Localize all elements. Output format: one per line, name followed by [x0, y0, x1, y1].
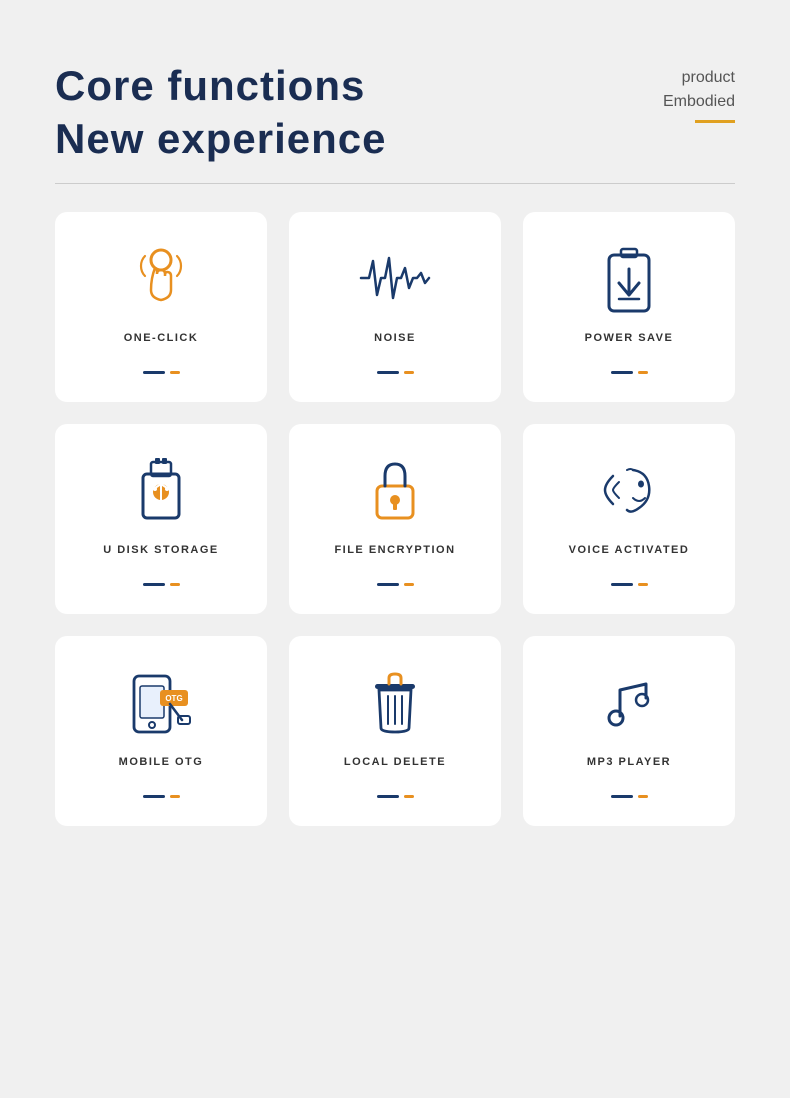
card-local-delete: LOCAL DELETE: [289, 636, 501, 826]
noise-label: NOISE: [374, 332, 416, 344]
power-save-dash: [611, 371, 648, 374]
file-encryption-icon: [359, 454, 431, 526]
local-delete-dash: [377, 795, 414, 798]
power-save-label: POWER SAVE: [585, 332, 674, 344]
header-accent-line: [695, 120, 735, 123]
one-click-dash: [143, 371, 180, 374]
one-click-label: ONE-CLICK: [124, 332, 199, 344]
mp3-player-dash: [611, 795, 648, 798]
card-u-disk-storage: U DISK STORAGE: [55, 424, 267, 614]
header-left: Core functions New experience: [55, 60, 387, 165]
mp3-player-label: MP3 PLAYER: [587, 756, 671, 768]
header: Core functions New experience product Em…: [55, 60, 735, 165]
card-one-click: ONE-CLICK: [55, 212, 267, 402]
local-delete-label: LOCAL DELETE: [344, 756, 446, 768]
page-container: Core functions New experience product Em…: [0, 0, 790, 1098]
card-power-save: POWER SAVE: [523, 212, 735, 402]
mobile-otg-icon: OTG: [125, 666, 197, 738]
file-encryption-label: FILE ENCRYPTION: [334, 544, 455, 556]
mobile-otg-dash: [143, 795, 180, 798]
card-file-encryption: FILE ENCRYPTION: [289, 424, 501, 614]
power-save-icon: [593, 242, 665, 314]
svg-text:OTG: OTG: [165, 694, 182, 703]
card-voice-activated: VOICE ACTIVATED: [523, 424, 735, 614]
noise-icon: [359, 242, 431, 314]
main-title: Core functions New experience: [55, 60, 387, 165]
u-disk-icon: [125, 454, 197, 526]
header-right: product Embodied: [663, 60, 735, 123]
file-encryption-dash: [377, 583, 414, 586]
card-mp3-player: MP3 PLAYER: [523, 636, 735, 826]
one-click-icon: [125, 242, 197, 314]
u-disk-label: U DISK STORAGE: [103, 544, 219, 556]
voice-activated-label: VOICE ACTIVATED: [569, 544, 690, 556]
mobile-otg-label: MOBILE OTG: [119, 756, 204, 768]
voice-activated-dash: [611, 583, 648, 586]
section-divider: [55, 183, 735, 184]
local-delete-icon: [359, 666, 431, 738]
noise-dash: [377, 371, 414, 374]
product-label: product Embodied: [663, 66, 735, 114]
u-disk-dash: [143, 583, 180, 586]
voice-activated-icon: [593, 454, 665, 526]
features-grid: ONE-CLICK NOISE: [55, 212, 735, 826]
card-mobile-otg: OTG MOBILE OTG: [55, 636, 267, 826]
mp3-player-icon: [593, 666, 665, 738]
card-noise: NOISE: [289, 212, 501, 402]
